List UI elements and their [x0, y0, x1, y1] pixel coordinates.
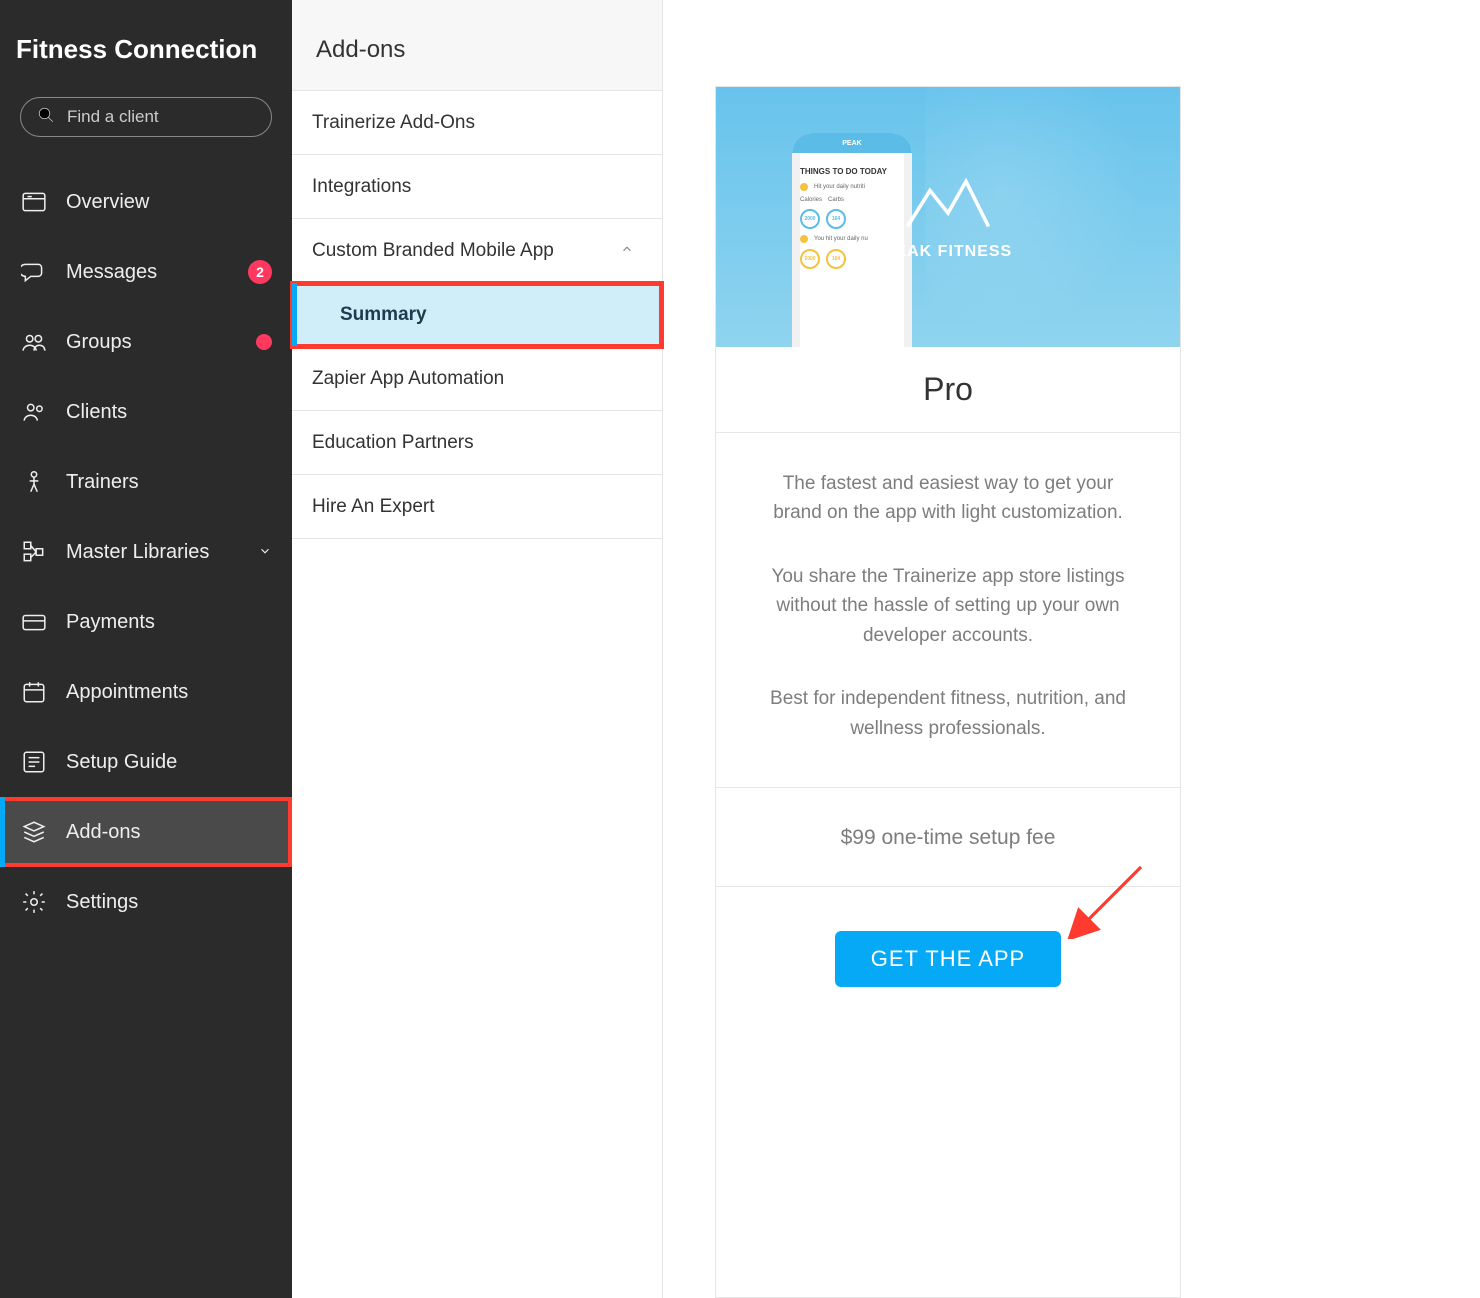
messages-badge: 2	[248, 260, 272, 284]
sidebar-item-overview[interactable]: Overview	[0, 167, 292, 237]
plan-desc-line: Best for independent fitness, nutrition,…	[758, 684, 1138, 743]
subnav-item-label: Education Partners	[312, 432, 474, 454]
sidebar-item-label: Add-ons	[66, 821, 272, 844]
sidebar-item-master-libraries[interactable]: Master Libraries	[0, 517, 292, 587]
sidebar-item-label: Settings	[66, 891, 272, 914]
sidebar-item-groups[interactable]: Groups	[0, 307, 292, 377]
sidebar: Fitness Connection Find a client Overvie…	[0, 0, 292, 1298]
sidebar-item-add-ons[interactable]: Add-ons	[0, 797, 292, 867]
appointments-icon	[20, 678, 48, 706]
sidebar-item-appointments[interactable]: Appointments	[0, 657, 292, 727]
sidebar-item-label: Payments	[66, 611, 272, 634]
subnav-item-label: Zapier App Automation	[312, 368, 504, 390]
annotation-arrow-icon	[1064, 859, 1154, 939]
sidebar-item-setup-guide[interactable]: Setup Guide	[0, 727, 292, 797]
addons-icon	[20, 818, 48, 846]
trainers-icon	[20, 468, 48, 496]
payments-icon	[20, 608, 48, 636]
subnav-item-label: Hire An Expert	[312, 496, 435, 518]
settings-icon	[20, 888, 48, 916]
subnav-item-label: Trainerize Add-Ons	[312, 112, 475, 134]
chevron-up-icon	[620, 240, 634, 262]
plan-desc-line: The fastest and easiest way to get your …	[758, 469, 1138, 528]
subnav-item-hire-expert[interactable]: Hire An Expert	[292, 475, 662, 539]
plan-desc-line: You share the Trainerize app store listi…	[758, 562, 1138, 650]
subnav-header: Add-ons	[292, 0, 662, 91]
sidebar-item-label: Trainers	[66, 471, 272, 494]
sidebar-item-trainers[interactable]: Trainers	[0, 447, 292, 517]
sidebar-item-settings[interactable]: Settings	[0, 867, 292, 937]
main-content: PEAK THINGS TO DO TODAY Hit your daily n…	[663, 0, 1480, 1298]
clients-icon	[20, 398, 48, 426]
plan-hero-image: PEAK THINGS TO DO TODAY Hit your daily n…	[716, 87, 1180, 347]
get-the-app-button[interactable]: GET THE APP	[835, 931, 1061, 987]
sidebar-item-label: Overview	[66, 191, 272, 214]
sidebar-item-label: Messages	[66, 261, 230, 284]
subnav: Add-ons Trainerize Add-Ons Integrations …	[292, 0, 663, 1298]
sidebar-item-label: Clients	[66, 401, 272, 424]
brand-title: Fitness Connection	[0, 24, 292, 87]
subnav-item-label: Integrations	[312, 176, 411, 198]
sidebar-item-payments[interactable]: Payments	[0, 587, 292, 657]
sidebar-item-label: Setup Guide	[66, 751, 272, 774]
plan-title: Pro	[716, 347, 1180, 433]
subnav-item-integrations[interactable]: Integrations	[292, 155, 662, 219]
messages-icon	[20, 258, 48, 286]
chevron-down-icon	[258, 541, 272, 564]
libraries-icon	[20, 538, 48, 566]
subnav-item-zapier[interactable]: Zapier App Automation	[292, 347, 662, 411]
plan-description: The fastest and easiest way to get your …	[716, 433, 1180, 788]
phone-header: PEAK	[792, 133, 912, 153]
subnav-item-label: Custom Branded Mobile App	[312, 240, 554, 262]
sidebar-item-label: Groups	[66, 331, 238, 354]
overview-icon	[20, 188, 48, 216]
search-input[interactable]: Find a client	[20, 97, 272, 137]
guide-icon	[20, 748, 48, 776]
sidebar-item-clients[interactable]: Clients	[0, 377, 292, 447]
groups-icon	[20, 328, 48, 356]
search-placeholder: Find a client	[67, 107, 159, 127]
subnav-item-education-partners[interactable]: Education Partners	[292, 411, 662, 475]
subnav-item-trainerize-addons[interactable]: Trainerize Add-Ons	[292, 91, 662, 155]
groups-dot	[256, 334, 272, 350]
subnav-item-custom-branded-app[interactable]: Custom Branded Mobile App	[292, 219, 662, 283]
subnav-sub-label: Summary	[340, 304, 427, 326]
peak-fitness-logo: PEAK FITNESS	[884, 174, 1012, 261]
search-icon	[37, 106, 55, 129]
subnav-sub-summary[interactable]: Summary	[292, 283, 662, 347]
logo-text: PEAK FITNESS	[884, 243, 1012, 261]
sidebar-item-messages[interactable]: Messages 2	[0, 237, 292, 307]
sidebar-item-label: Appointments	[66, 681, 272, 704]
plan-card-pro: PEAK THINGS TO DO TODAY Hit your daily n…	[715, 86, 1181, 1298]
plan-cta-row: GET THE APP	[716, 887, 1180, 1027]
sidebar-item-label: Master Libraries	[66, 541, 240, 564]
